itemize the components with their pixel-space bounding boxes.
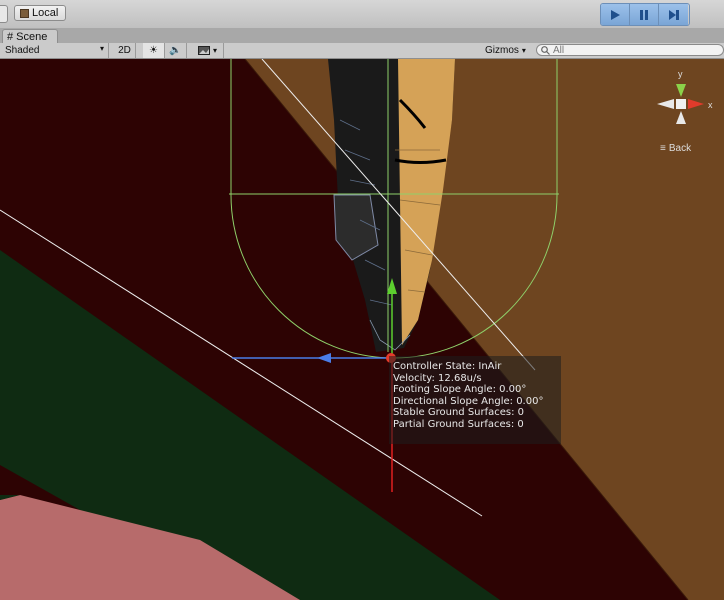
- tab-scene[interactable]: # Scene: [2, 29, 58, 44]
- view-name: Back: [668, 143, 692, 154]
- gizmos-label: Gizmos: [485, 45, 519, 56]
- dropdown-arrow-icon: ▾: [99, 44, 104, 53]
- gizmos-dropdown[interactable]: Gizmos ▾: [485, 43, 526, 58]
- pause-button[interactable]: [630, 4, 659, 25]
- main-toolbar: Local: [0, 0, 724, 29]
- dropdown-arrow-icon: ▾: [521, 46, 526, 55]
- play-button[interactable]: [601, 4, 630, 25]
- controller-state-text: Controller State: InAir: [393, 361, 502, 372]
- search-icon: [541, 45, 550, 55]
- step-icon: [668, 9, 679, 20]
- shading-mode-label: Shaded: [5, 45, 40, 56]
- grid-icon: #: [7, 31, 14, 43]
- playback-controls: [600, 3, 690, 26]
- footing-slope-text: Footing Slope Angle: 0.00°: [393, 384, 527, 396]
- mode-2d-toggle[interactable]: 2D: [114, 43, 136, 58]
- dropdown-arrow-icon: ▾: [212, 46, 217, 55]
- shading-mode-dropdown[interactable]: Shaded ▾: [0, 43, 109, 58]
- image-icon: [197, 46, 210, 55]
- play-icon: [611, 9, 620, 20]
- partial-surfaces-text: Partial Ground Surfaces: 0: [393, 418, 524, 430]
- menu-lines-icon: ≡: [660, 143, 666, 154]
- scene-canvas: y x: [0, 59, 724, 600]
- pivot-rotation-toggle[interactable]: Local: [14, 5, 66, 21]
- scene-viewport[interactable]: y x ≡ Back: [0, 59, 724, 600]
- cube-icon: [20, 8, 29, 18]
- speaker-icon: 🔈: [169, 45, 182, 56]
- pause-icon: [640, 9, 648, 20]
- tab-scene-label: Scene: [16, 31, 48, 43]
- axis-x-label: x: [708, 100, 713, 110]
- tab-bar: # Scene: [0, 28, 724, 44]
- velocity-text: Velocity: 12.68u/s: [393, 372, 482, 384]
- center-cube: [676, 99, 686, 109]
- mode-2d-label: 2D: [118, 45, 131, 56]
- pivot-rotation-label: Local: [32, 7, 59, 19]
- toolbar-left-button[interactable]: [0, 5, 8, 23]
- controller-debug-panel: Controller State: InAir Velocity: 12.68u…: [389, 356, 561, 444]
- audio-toggle[interactable]: 🔈: [165, 43, 187, 58]
- axis-y-label: y: [678, 69, 683, 79]
- search-placeholder: All: [553, 44, 565, 56]
- sun-icon: ☀: [149, 45, 158, 56]
- directional-slope-text: Directional Slope Angle: 0.00°: [393, 395, 544, 407]
- step-button[interactable]: [659, 4, 688, 25]
- search-input[interactable]: All: [536, 44, 724, 56]
- scene-toolbar: Shaded ▾ 2D ☀ 🔈 ▾ Gizmos ▾ All: [0, 43, 724, 59]
- lighting-toggle[interactable]: ☀: [143, 43, 165, 58]
- effects-dropdown[interactable]: ▾: [192, 43, 224, 58]
- stable-surfaces-text: Stable Ground Surfaces: 0: [393, 407, 525, 419]
- view-orientation-label[interactable]: ≡ Back: [660, 143, 691, 154]
